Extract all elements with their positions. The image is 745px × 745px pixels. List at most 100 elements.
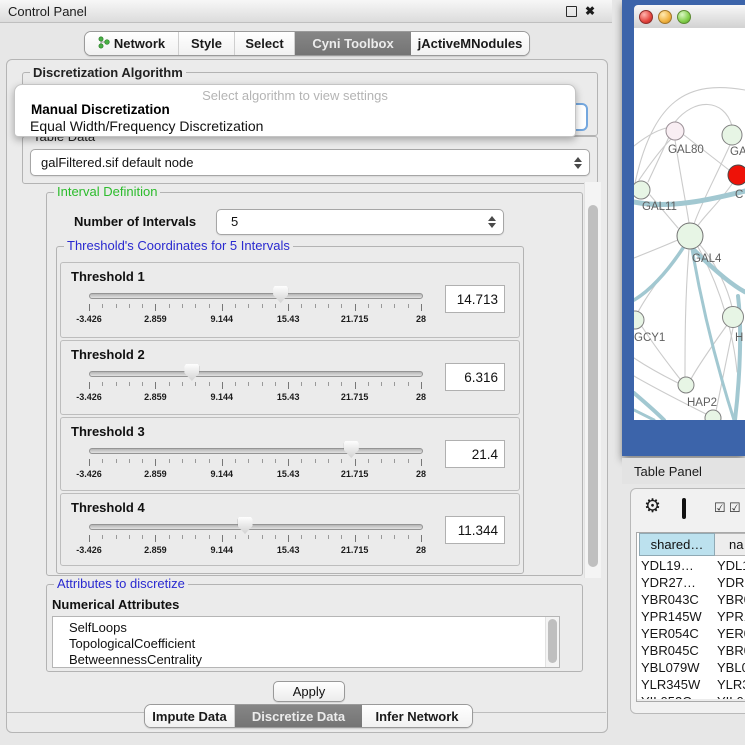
network-window-titlebar[interactable] — [634, 5, 745, 29]
checkbox-checked-icon[interactable]: ☑ — [714, 501, 726, 514]
split-columns-icon[interactable] — [682, 498, 686, 519]
minor-tick — [116, 304, 117, 308]
threshold-value-field-4[interactable]: 11.344 — [445, 516, 505, 544]
left-green[interactable] — [634, 181, 650, 199]
attribute-list-item[interactable]: SelfLoops — [53, 620, 559, 636]
cell-shared-name[interactable]: YBR043C — [639, 591, 715, 608]
red-node[interactable] — [728, 165, 745, 185]
bottom-node[interactable] — [705, 410, 721, 420]
attributes-list-scrollbar[interactable] — [545, 617, 559, 667]
tab-style[interactable]: Style — [179, 32, 235, 55]
major-tick — [421, 382, 422, 389]
column-header-name[interactable]: na — [715, 533, 745, 556]
slider-track-1[interactable] — [89, 293, 423, 299]
minor-tick — [262, 382, 263, 386]
cell-name[interactable]: YBR0 — [715, 591, 745, 608]
table-row[interactable]: YDR27…YDR2 — [639, 574, 745, 591]
network-canvas[interactable]: GAL80GACGAL11GAL4GCY1HHAP2 — [634, 28, 745, 420]
menu-item-equal-width-frequency[interactable]: Equal Width/Frequency Discretization — [30, 118, 263, 134]
table-hscrollbar[interactable] — [637, 699, 745, 702]
h-node[interactable] — [723, 307, 744, 328]
pink-node[interactable] — [666, 122, 684, 140]
minor-tick — [262, 304, 263, 308]
threshold-value-field-1[interactable]: 14.713 — [445, 285, 505, 313]
threshold-label: Threshold 2 — [71, 347, 145, 362]
table-row[interactable]: YDL19…YDL1 — [639, 557, 745, 574]
slider-track-2[interactable] — [89, 371, 423, 377]
tab-infer-network[interactable]: Infer Network — [362, 705, 472, 727]
gcy1-node[interactable] — [634, 311, 644, 329]
table-row[interactable]: YBL079WYBL0 — [639, 659, 745, 676]
minor-tick — [142, 459, 143, 463]
threshold-value-field-2[interactable]: 6.316 — [445, 363, 505, 391]
gear-icon[interactable]: ⚙ — [644, 497, 661, 516]
table-row[interactable]: YBR043CYBR0 — [639, 591, 745, 608]
cell-name[interactable]: YDL1 — [715, 557, 745, 574]
threshold-value-field-3[interactable]: 21.4 — [445, 440, 505, 468]
attribute-list-item[interactable]: BetweennessCentrality — [53, 652, 559, 668]
slider-handle-1[interactable] — [273, 286, 288, 303]
cell-shared-name[interactable]: YLR345W — [639, 676, 715, 693]
checkbox-checked-icon[interactable]: ☑ — [729, 501, 741, 514]
tab-select[interactable]: Select — [235, 32, 295, 55]
slider-handle-2[interactable] — [184, 364, 199, 381]
minor-tick — [116, 382, 117, 386]
gal4-node[interactable] — [677, 223, 703, 249]
float-window-icon[interactable] — [566, 6, 577, 17]
number-of-intervals-combobox[interactable]: 5 — [216, 209, 504, 235]
minor-tick — [275, 459, 276, 463]
tab-cyni-toolbox[interactable]: Cyni Toolbox — [295, 32, 411, 55]
tick-label: -3.426 — [76, 314, 102, 324]
cell-shared-name[interactable]: YER054C — [639, 625, 715, 642]
major-tick — [421, 459, 422, 466]
settings-scrollbar[interactable] — [584, 182, 601, 578]
column-header-shared-name[interactable]: shared… — [639, 533, 715, 556]
apply-button[interactable]: Apply — [273, 681, 345, 702]
table-data-combobox[interactable]: galFiltered.sif default node — [30, 149, 590, 176]
cell-name[interactable]: YBR0 — [715, 642, 745, 659]
cell-name[interactable]: YER0 — [715, 625, 745, 642]
slider-track-4[interactable] — [89, 524, 423, 530]
settings-scrollbar-thumb[interactable] — [588, 205, 598, 567]
cell-name[interactable]: YDR2 — [715, 574, 745, 591]
cell-name[interactable]: YLR3 — [715, 676, 745, 693]
minimize-window-icon[interactable] — [658, 10, 672, 24]
cell-shared-name[interactable]: YDL19… — [639, 557, 715, 574]
cell-shared-name[interactable]: YBL079W — [639, 659, 715, 676]
tab-network[interactable]: Network — [85, 32, 179, 55]
slider-handle-3[interactable] — [344, 441, 359, 458]
tick-label: 2.859 — [144, 392, 167, 402]
minor-tick — [315, 459, 316, 463]
zoom-window-icon[interactable] — [677, 10, 691, 24]
slider-handle-4[interactable] — [238, 517, 253, 534]
cell-name[interactable]: YPR1 — [715, 608, 745, 625]
close-icon[interactable]: ✖ — [585, 5, 595, 17]
minor-tick — [182, 459, 183, 463]
table-row[interactable]: YER054CYER0 — [639, 625, 745, 642]
menu-item-manual-discretization[interactable]: Manual Discretization — [31, 102, 170, 117]
cell-shared-name[interactable]: YPR145W — [639, 608, 715, 625]
minor-tick — [341, 535, 342, 539]
major-tick — [288, 535, 289, 542]
hap2-node[interactable] — [678, 377, 694, 393]
tab-jactivemnodules[interactable]: jActiveMNodules — [411, 32, 529, 55]
network-edge — [692, 249, 734, 420]
major-tick — [355, 459, 356, 466]
attribute-list-item[interactable]: TopologicalCoefficient — [53, 636, 559, 652]
top-green[interactable] — [722, 125, 742, 145]
tab-discretize-data[interactable]: Discretize Data — [235, 705, 362, 727]
tab-impute-data[interactable]: Impute Data — [145, 705, 235, 727]
major-tick — [155, 304, 156, 311]
panel-divider[interactable] — [612, 0, 622, 745]
cell-name[interactable]: YBL0 — [715, 659, 745, 676]
close-window-icon[interactable] — [639, 10, 653, 24]
table-row[interactable]: YPR145WYPR1 — [639, 608, 745, 625]
cell-shared-name[interactable]: YDR27… — [639, 574, 715, 591]
network-edge — [639, 322, 680, 379]
table-row[interactable]: YBR045CYBR0 — [639, 642, 745, 659]
attributes-scrollbar-thumb[interactable] — [548, 619, 557, 663]
table-row[interactable]: YLR345WYLR3 — [639, 676, 745, 693]
table-hscrollbar-thumb[interactable] — [641, 701, 741, 702]
slider-track-3[interactable] — [89, 448, 423, 454]
cell-shared-name[interactable]: YBR045C — [639, 642, 715, 659]
